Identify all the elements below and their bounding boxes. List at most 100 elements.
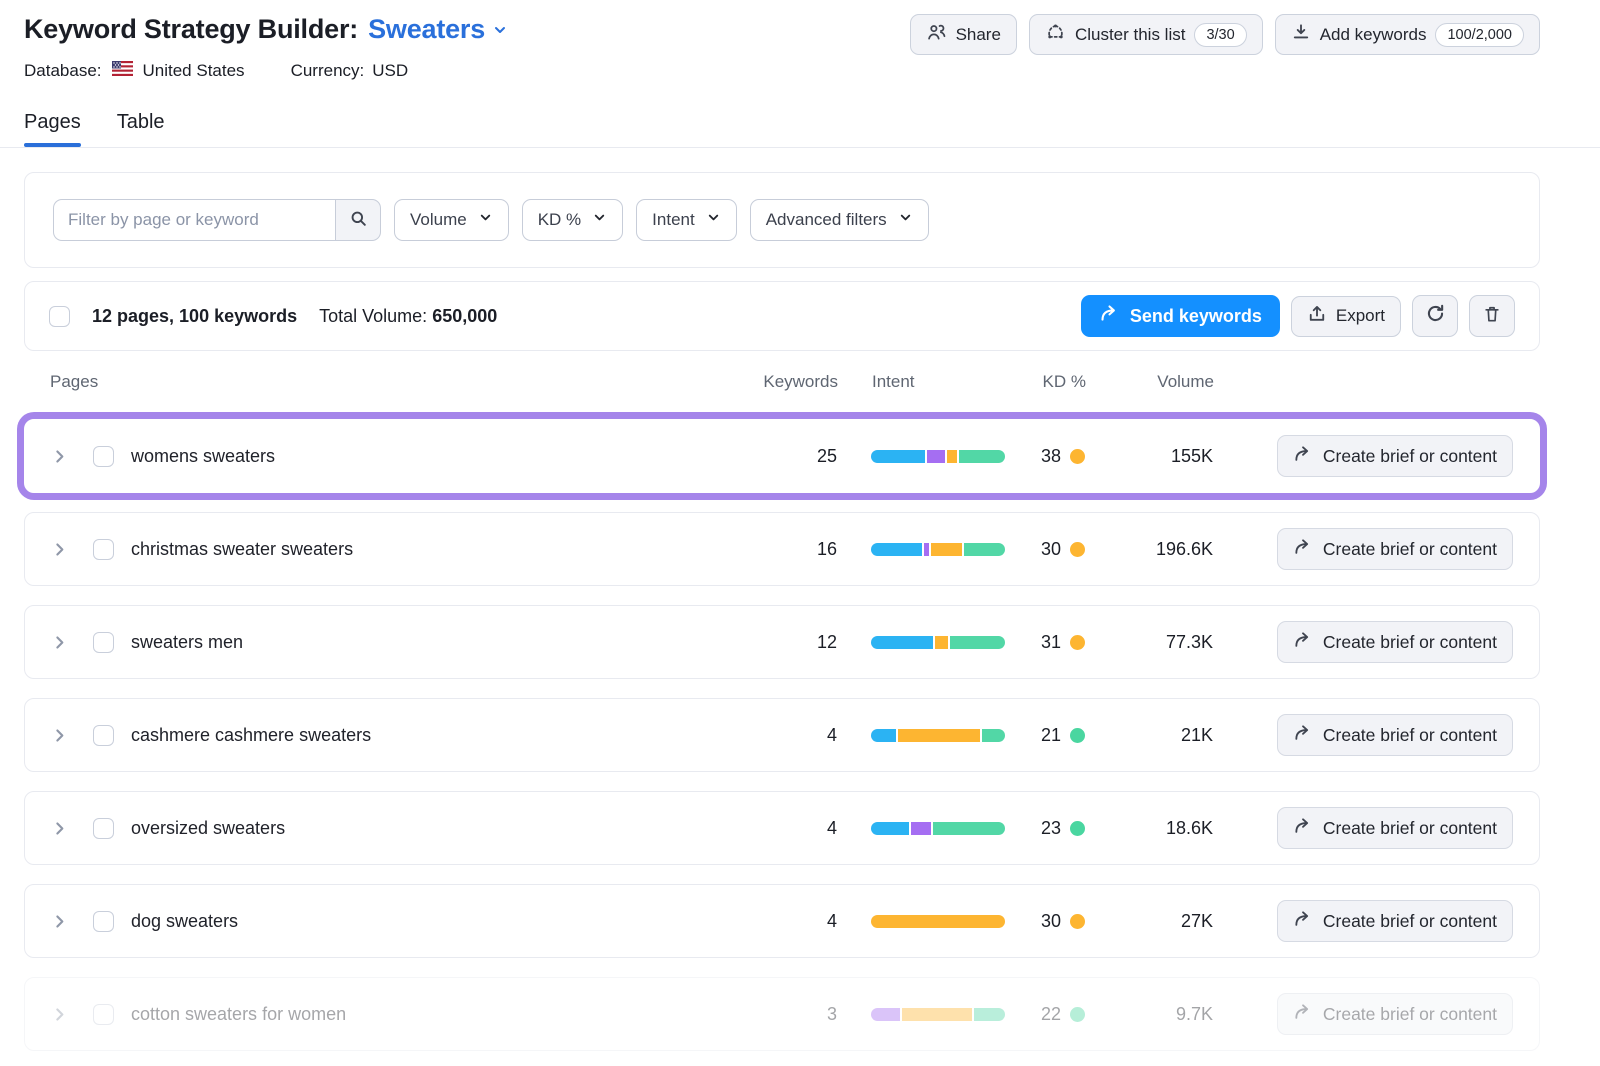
volume-filter-label: Volume [410,210,467,230]
row-checkbox[interactable] [93,725,114,746]
table-rows: womens sweaters 25 38 155K Create brief … [24,419,1540,1051]
advanced-filters-dropdown[interactable]: Advanced filters [750,199,929,241]
send-arrow-icon [1293,816,1313,841]
kd-cell: 30 [1005,539,1085,560]
page-name: dog sweaters [131,911,747,932]
tab-table[interactable]: Table [117,111,165,147]
create-brief-button[interactable]: Create brief or content [1277,900,1513,942]
keywords-count: 16 [747,539,837,560]
kd-filter-dropdown[interactable]: KD % [522,199,623,241]
row-checkbox[interactable] [93,1004,114,1025]
chevron-down-icon [592,210,607,230]
create-brief-label: Create brief or content [1323,818,1497,839]
table-header: Pages Keywords Intent KD % Volume [24,359,1540,405]
table-row[interactable]: sweaters men 12 31 77.3K Create brief or… [24,605,1540,679]
row-checkbox[interactable] [93,539,114,560]
selection-toolbar: 12 pages, 100 keywords Total Volume: 650… [24,281,1540,351]
create-brief-button[interactable]: Create brief or content [1277,528,1513,570]
column-header-pages: Pages [50,372,748,392]
intent-segment-transactional [974,1008,1005,1021]
table-row[interactable]: oversized sweaters 4 23 18.6K Create bri… [24,791,1540,865]
kd-cell: 31 [1005,632,1085,653]
intent-bar [871,450,1005,463]
volume-value: 21K [1093,725,1213,746]
chevron-right-icon[interactable] [51,634,71,651]
send-arrow-icon [1293,444,1313,469]
table-row[interactable]: dog sweaters 4 30 27K Create brief or co… [24,884,1540,958]
intent-segment-transactional [933,822,1005,835]
create-brief-button[interactable]: Create brief or content [1277,993,1513,1035]
table-row[interactable]: cashmere cashmere sweaters 4 21 21K Crea… [24,698,1540,772]
chevron-down-icon [478,210,493,230]
row-checkbox[interactable] [93,446,114,467]
chevron-right-icon[interactable] [51,541,71,558]
create-brief-button[interactable]: Create brief or content [1277,621,1513,663]
intent-bar [871,1008,1005,1021]
intent-segment-informational [871,822,909,835]
create-brief-button[interactable]: Create brief or content [1277,435,1513,477]
volume-value: 77.3K [1093,632,1213,653]
kd-difficulty-dot [1070,914,1085,929]
chevron-right-icon[interactable] [51,448,71,465]
add-keywords-button[interactable]: Add keywords 100/2,000 [1275,14,1540,55]
page-header: Keyword Strategy Builder: Sweaters Datab… [24,0,1540,81]
create-brief-label: Create brief or content [1323,539,1497,560]
search-button[interactable] [335,199,381,241]
intent-filter-dropdown[interactable]: Intent [636,199,737,241]
list-switcher[interactable]: Sweaters [368,14,508,45]
intent-segment-transactional [964,543,1005,556]
filter-search-input[interactable] [53,199,335,241]
table-row[interactable]: cotton sweaters for women 3 22 9.7K Crea… [24,977,1540,1051]
list-name: Sweaters [368,14,485,45]
row-checkbox[interactable] [93,632,114,653]
chevron-right-icon[interactable] [51,913,71,930]
chevron-right-icon[interactable] [51,820,71,837]
send-keywords-button[interactable]: Send keywords [1081,295,1280,337]
share-button[interactable]: Share [910,14,1017,55]
create-brief-button[interactable]: Create brief or content [1277,714,1513,756]
column-header-keywords: Keywords [748,372,838,392]
refresh-button[interactable] [1412,295,1458,337]
share-label: Share [956,25,1001,45]
total-volume-label: Total Volume: [319,306,427,326]
create-brief-label: Create brief or content [1323,1004,1497,1025]
keywords-count: 12 [747,632,837,653]
send-arrow-icon [1293,1002,1313,1027]
kd-value: 38 [1041,446,1061,467]
kd-filter-label: KD % [538,210,581,230]
export-label: Export [1336,306,1385,326]
intent-bar [871,543,1005,556]
chevron-right-icon[interactable] [51,1006,71,1023]
keyword-strategy-builder-page: Keyword Strategy Builder: Sweaters Datab… [24,0,1540,1051]
row-checkbox[interactable] [93,818,114,839]
kd-difficulty-dot [1070,635,1085,650]
kd-cell: 22 [1005,1004,1085,1025]
volume-value: 155K [1093,446,1213,467]
delete-button[interactable] [1469,295,1515,337]
table-row[interactable]: womens sweaters 25 38 155K Create brief … [24,419,1540,493]
select-all-checkbox[interactable] [49,306,70,327]
intent-bar [871,915,1005,928]
database-label: Database: [24,61,102,81]
tab-pages[interactable]: Pages [24,111,81,147]
chevron-right-icon[interactable] [51,727,71,744]
intent-segment-informational [871,636,933,649]
intent-segment-commercial [902,1008,972,1021]
search-icon [349,209,368,231]
kd-cell: 38 [1005,446,1085,467]
intent-segment-commercial [931,543,962,556]
row-checkbox[interactable] [93,911,114,932]
volume-filter-dropdown[interactable]: Volume [394,199,509,241]
keywords-count: 3 [747,1004,837,1025]
cluster-this-list-button[interactable]: Cluster this list 3/30 [1029,14,1263,55]
table-row[interactable]: christmas sweater sweaters 16 30 196.6K … [24,512,1540,586]
total-volume-value: 650,000 [432,306,497,326]
kd-difficulty-dot [1070,449,1085,464]
currency-value: USD [372,61,408,81]
export-button[interactable]: Export [1291,296,1401,337]
cluster-icon [1045,22,1066,48]
create-brief-button[interactable]: Create brief or content [1277,807,1513,849]
volume-value: 27K [1093,911,1213,932]
keywords-count: 25 [747,446,837,467]
tabs-divider [0,147,1600,148]
